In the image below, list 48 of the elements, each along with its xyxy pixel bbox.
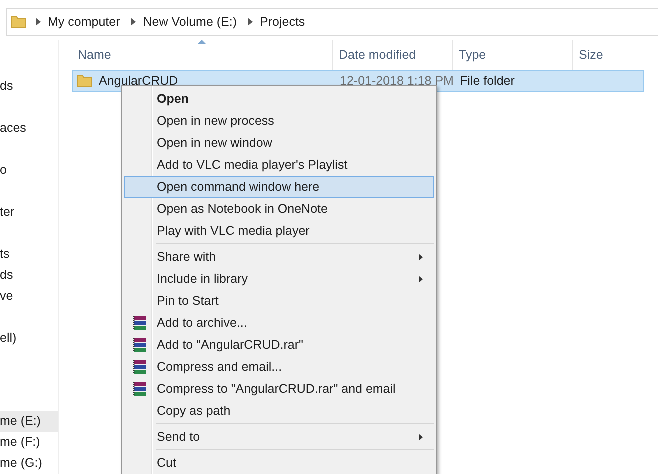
chevron-icon[interactable]: [131, 18, 136, 26]
menu-item[interactable]: Open in new process: [124, 110, 434, 132]
sidebar-item[interactable]: o: [0, 160, 58, 181]
sidebar-item[interactable]: aces: [0, 118, 58, 139]
menu-item[interactable]: Add to VLC media player's Playlist: [124, 154, 434, 176]
sidebar-item[interactable]: ve: [0, 286, 58, 307]
chevron-icon[interactable]: [36, 18, 41, 26]
menu-item[interactable]: Play with VLC media player: [124, 220, 434, 242]
folder-icon: [11, 15, 27, 29]
menu-item[interactable]: Copy as path: [124, 400, 434, 422]
menu-item[interactable]: Compress and email...: [124, 356, 434, 378]
menu-item[interactable]: Open as Notebook in OneNote: [124, 198, 434, 220]
sidebar-item[interactable]: me (G:): [0, 453, 58, 474]
menu-item[interactable]: Include in library: [124, 268, 434, 290]
menu-item[interactable]: Compress to "AngularCRUD.rar" and email: [124, 378, 434, 400]
menu-item[interactable]: Send to: [124, 426, 434, 448]
submenu-arrow-icon: [419, 276, 423, 283]
sidebar-item[interactable]: me (E:): [0, 411, 58, 432]
sidebar-item[interactable]: me (F:): [0, 432, 58, 453]
archive-books-icon: [132, 359, 148, 375]
menu-item[interactable]: Cut: [124, 452, 434, 474]
column-header[interactable]: Size: [573, 40, 653, 70]
menu-item[interactable]: Add to archive...: [124, 312, 434, 334]
sidebar-item[interactable]: ds: [0, 265, 58, 286]
sort-arrow-icon: [198, 40, 206, 44]
archive-books-icon: [132, 315, 148, 331]
breadcrumb[interactable]: New Volume (E:): [143, 15, 238, 29]
file-name: AngularCRUD: [99, 74, 178, 88]
sidebar-item[interactable]: ell): [0, 328, 58, 349]
menu-item[interactable]: Open command window here: [124, 176, 434, 198]
submenu-arrow-icon: [419, 434, 423, 441]
address-bar[interactable]: My computer New Volume (E:) Projects: [6, 8, 658, 36]
menu-item[interactable]: Pin to Start: [124, 290, 434, 312]
date-cell-text: 12-01-2018 1:18 PM: [339, 74, 454, 88]
folder-icon: [77, 74, 93, 88]
archive-books-icon: [132, 337, 148, 353]
breadcrumb[interactable]: Projects: [260, 15, 306, 29]
sidebar-item[interactable]: ter: [0, 202, 58, 223]
menu-item[interactable]: Share with: [124, 246, 434, 268]
sidebar-item[interactable]: ts: [0, 244, 58, 265]
chevron-icon[interactable]: [248, 18, 254, 26]
menu-item[interactable]: Open in new window: [124, 132, 434, 154]
sidebar-item[interactable]: ds: [0, 76, 58, 97]
archive-books-icon: [132, 381, 148, 397]
menu-item[interactable]: Add to "AngularCRUD.rar": [124, 334, 434, 356]
breadcrumb[interactable]: My computer: [48, 15, 120, 29]
submenu-arrow-icon: [419, 254, 423, 261]
type-cell-text: File folder: [459, 74, 516, 88]
